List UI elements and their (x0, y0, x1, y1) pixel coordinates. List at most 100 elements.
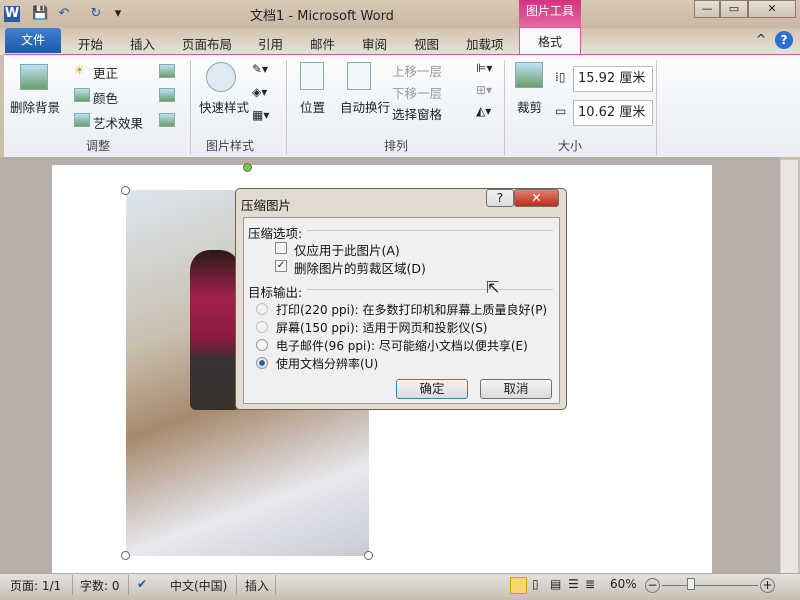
remove-background-icon (20, 64, 48, 90)
picture-layout-icon[interactable]: ▦▾ (252, 108, 269, 122)
group-label-size: 大小 (558, 139, 583, 153)
apply-only-label[interactable]: 仅应用于此图片(A) (294, 240, 400, 259)
insert-mode[interactable]: 插入 (245, 577, 269, 594)
divider (72, 575, 73, 595)
page-count[interactable]: 页面: 1/1 (10, 577, 61, 594)
crop-icon (515, 62, 543, 88)
zoom-in-button[interactable]: + (760, 578, 775, 593)
zoom-slider[interactable] (662, 585, 758, 586)
dialog-close-button[interactable]: ✕ (514, 189, 559, 207)
redo-icon[interactable]: ↻ (88, 6, 104, 22)
email-radio[interactable] (256, 339, 268, 351)
undo-icon[interactable]: ↶ (56, 6, 72, 22)
print-radio-label[interactable]: 打印(220 ppi): 在多数打印机和屏幕上质量良好(P) (276, 301, 547, 318)
delete-cropped-label[interactable]: 删除图片的剪裁区域(D) (294, 258, 426, 277)
close-button[interactable]: ✕ (748, 0, 796, 18)
tab-insert[interactable]: 插入 (130, 34, 155, 53)
reset-picture-icon[interactable] (159, 113, 175, 127)
window-title: 文档1 - Microsoft Word (250, 9, 394, 24)
group-separator (504, 60, 505, 155)
tab-references[interactable]: 引用 (258, 34, 283, 53)
tab-home[interactable]: 开始 (78, 34, 103, 53)
send-backward-button[interactable]: 下移一层 (392, 83, 442, 102)
remove-background-button[interactable]: 删除背景 (10, 97, 60, 116)
dialog-title: 压缩图片 (241, 198, 292, 213)
wrap-text-icon (347, 62, 371, 90)
change-picture-icon[interactable] (159, 88, 175, 102)
height-spinner[interactable]: 15.92 厘米 (573, 66, 653, 92)
tab-review[interactable]: 审阅 (362, 34, 387, 53)
corrections-button[interactable]: 更正 (93, 63, 118, 82)
position-icon (300, 62, 324, 90)
save-icon[interactable]: 💾 (32, 6, 48, 22)
rotate-handle[interactable] (243, 163, 252, 172)
height-icon: ⁞▯ (555, 70, 566, 84)
cancel-button[interactable]: 取消 (480, 379, 552, 399)
divider (236, 575, 237, 595)
restore-button[interactable]: ▭ (720, 0, 748, 18)
zoom-slider-thumb[interactable] (686, 578, 695, 590)
zoom-out-button[interactable]: − (645, 578, 660, 593)
artistic-effects-button[interactable]: 艺术效果 (93, 113, 143, 132)
align-icon[interactable]: ⊫▾ (476, 61, 492, 75)
position-button[interactable]: 位置 (300, 97, 325, 116)
compress-pictures-icon[interactable] (159, 64, 175, 78)
tab-mailings[interactable]: 邮件 (310, 34, 335, 53)
word-icon[interactable]: W (4, 6, 20, 22)
zoom-level[interactable]: 60% (610, 577, 637, 591)
picture-border-icon[interactable]: ✎▾ (252, 62, 268, 76)
group-icon[interactable]: ⊞▾ (476, 83, 492, 97)
word-count[interactable]: 字数: 0 (80, 577, 120, 594)
screen-radio[interactable] (256, 321, 268, 333)
resize-handle[interactable] (121, 551, 130, 560)
apply-only-checkbox[interactable] (275, 242, 287, 254)
dialog-help-button[interactable]: ? (486, 189, 514, 207)
print-radio[interactable] (256, 303, 268, 315)
customize-qat-icon[interactable]: ▾ (110, 6, 126, 22)
resize-handle[interactable] (364, 551, 373, 560)
proofing-icon[interactable]: ✔ (137, 577, 147, 591)
width-icon: ▭ (555, 104, 567, 118)
document-resolution-radio[interactable] (256, 357, 268, 369)
picture-tools-context-tab: 图片工具 (519, 0, 581, 27)
rotate-icon[interactable]: ◭▾ (476, 104, 491, 118)
artistic-effects-icon (74, 113, 90, 127)
color-button[interactable]: 颜色 (93, 88, 118, 107)
group-separator (286, 60, 287, 155)
selection-pane-button[interactable]: 选择窗格 (392, 104, 442, 123)
quick-styles-button[interactable]: 快速样式 (199, 97, 249, 116)
tab-view[interactable]: 视图 (414, 34, 439, 53)
tab-file[interactable]: 文件 (5, 28, 61, 53)
width-spinner[interactable]: 10.62 厘米 (573, 100, 653, 126)
tab-format[interactable]: 格式 (519, 27, 581, 56)
delete-cropped-checkbox[interactable]: ✓ (275, 260, 287, 272)
minimize-button[interactable]: — (694, 0, 720, 18)
help-icon[interactable]: ? (775, 31, 793, 49)
collapse-ribbon-icon[interactable]: ^ (756, 32, 766, 46)
tab-addins[interactable]: 加载项 (466, 34, 504, 53)
email-radio-label[interactable]: 电子邮件(96 ppi): 尽可能缩小文档以便共享(E) (276, 337, 528, 354)
divider (307, 289, 553, 290)
vertical-scrollbar[interactable] (780, 160, 798, 573)
screen-radio-label[interactable]: 屏幕(150 ppi): 适用于网页和投影仪(S) (276, 319, 488, 336)
crop-button[interactable]: 裁剪 (517, 97, 542, 116)
resize-handle[interactable] (121, 186, 130, 195)
corrections-icon: ☀ (74, 63, 85, 77)
draft-view-icon[interactable]: ≣ (585, 577, 595, 591)
target-output-label: 目标输出: (248, 285, 303, 300)
picture-effects-icon[interactable]: ◈▾ (252, 85, 267, 99)
bring-forward-button[interactable]: 上移一层 (392, 61, 442, 80)
divider (275, 575, 276, 595)
ok-button[interactable]: 确定 (396, 379, 468, 399)
document-resolution-label[interactable]: 使用文档分辨率(U) (276, 355, 378, 372)
tab-page-layout[interactable]: 页面布局 (182, 34, 232, 53)
wrap-text-button[interactable]: 自动换行 (340, 97, 390, 116)
outline-view-icon[interactable]: ☰ (568, 577, 579, 591)
language[interactable]: 中文(中国) (170, 577, 227, 594)
group-label-arrange: 排列 (384, 139, 409, 153)
print-layout-view-icon[interactable] (510, 577, 527, 594)
quick-styles-icon (206, 62, 236, 92)
web-layout-view-icon[interactable]: ▤ (550, 577, 561, 591)
group-label-picture-styles: 图片样式 (206, 139, 255, 153)
full-screen-reading-view-icon[interactable]: ▯ (532, 577, 539, 591)
